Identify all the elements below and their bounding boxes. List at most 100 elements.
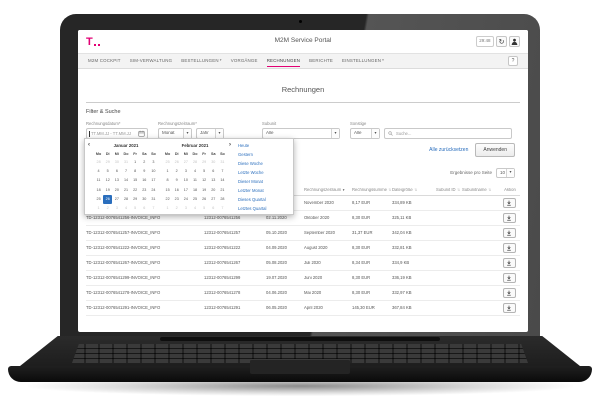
calendar-day[interactable]: 4 [190, 204, 199, 213]
calendar-day[interactable]: 1 [94, 204, 103, 213]
calendar-day[interactable]: 11 [190, 176, 199, 185]
calendar-day[interactable]: 31 [218, 158, 227, 167]
calendar-day[interactable]: 10 [149, 167, 158, 176]
download-button[interactable] [502, 228, 516, 238]
download-button[interactable] [502, 243, 516, 253]
header-subunit-id[interactable]: Subunit ID ⇅ [436, 188, 462, 192]
calendar-day[interactable]: 19 [200, 186, 209, 195]
table-row[interactable]: TD-12312-0076541222-INVOICE_INFO 12312-0… [86, 241, 520, 256]
datepicker-quick-link[interactable]: Letzter Monat [238, 188, 292, 194]
header-rechnungszeitraum[interactable]: Rechnungszeitraum ▾ [304, 188, 352, 192]
calendar-day[interactable]: 3 [112, 204, 121, 213]
calendar-day[interactable]: 7 [149, 204, 158, 213]
calendar-day[interactable]: 17 [181, 186, 190, 195]
sort-desc-icon[interactable]: ▾ [343, 188, 345, 192]
download-button[interactable] [502, 213, 516, 223]
calendar-day[interactable]: 28 [218, 195, 227, 204]
calendar-day[interactable]: 28 [190, 158, 199, 167]
calendar-day[interactable]: 23 [172, 195, 181, 204]
calendar-day[interactable]: 1 [131, 158, 140, 167]
download-button[interactable] [502, 258, 516, 268]
calendar-day[interactable]: 8 [131, 167, 140, 176]
calendar-day[interactable]: 3 [181, 167, 190, 176]
calendar-day[interactable]: 1 [163, 167, 172, 176]
sort-icon[interactable]: ⇅ [414, 188, 417, 193]
calendar-day[interactable]: 13 [112, 176, 121, 185]
calendar-day[interactable]: 4 [190, 167, 199, 176]
calendar-day[interactable]: 29 [200, 158, 209, 167]
datepicker-quick-link[interactable]: Letztes Quartal [238, 206, 292, 212]
calendar-day[interactable]: 7 [121, 167, 130, 176]
prev-month-button[interactable]: ‹ [88, 142, 90, 148]
calendar-day[interactable]: 29 [131, 195, 140, 204]
calendar-day[interactable]: 11 [94, 176, 103, 185]
calendar-day[interactable]: 12 [200, 176, 209, 185]
calendar-day[interactable]: 25 [94, 195, 103, 204]
sort-icon[interactable]: ⇅ [488, 188, 491, 193]
table-row[interactable]: TD-12312-0076541299-INVOICE_INFO 12312-0… [86, 271, 520, 286]
calendar-day[interactable]: 27 [209, 195, 218, 204]
calendar-day[interactable]: 2 [140, 158, 149, 167]
datepicker-quick-link[interactable]: Gestern [238, 152, 292, 158]
nav-berichte[interactable]: BERICHTE [309, 54, 333, 68]
calendar-icon[interactable] [138, 130, 145, 137]
calendar-day[interactable]: 5 [200, 167, 209, 176]
datepicker-quick-link[interactable]: Dieser Monat [238, 179, 292, 185]
calendar-day[interactable]: 15 [163, 186, 172, 195]
table-row[interactable]: TD-12312-0076541291-INVOICE_INFO 12312-0… [86, 301, 520, 316]
calendar-day[interactable]: 4 [94, 167, 103, 176]
reset-all-link[interactable]: Alle zurücksetzen [429, 147, 468, 153]
next-month-button[interactable]: › [229, 142, 231, 148]
download-button[interactable] [502, 288, 516, 298]
datepicker-quick-link[interactable]: Heute [238, 143, 292, 149]
download-button[interactable] [502, 273, 516, 283]
download-button[interactable] [502, 198, 516, 208]
calendar-day[interactable]: 24 [149, 186, 158, 195]
calendar-day[interactable]: 8 [163, 176, 172, 185]
calendar-day[interactable]: 26 [172, 158, 181, 167]
calendar-day[interactable]: 12 [103, 176, 112, 185]
datepicker-quick-link[interactable]: Dieses Quartal [238, 197, 292, 203]
nav-einstellungen[interactable]: EINSTELLUNGEN ▾ [342, 54, 384, 68]
nav-rechnungen[interactable]: RECHNUNGEN [266, 54, 301, 68]
calendar-day[interactable]: 16 [140, 176, 149, 185]
calendar-day[interactable]: 6 [209, 167, 218, 176]
refresh-button[interactable]: ↻ [496, 36, 507, 47]
calendar-day[interactable]: 20 [112, 186, 121, 195]
sort-icon[interactable]: ⇅ [457, 188, 460, 193]
user-button[interactable] [509, 36, 520, 47]
calendar-day[interactable]: 4 [121, 204, 130, 213]
calendar-day[interactable]: 5 [103, 167, 112, 176]
calendar-day[interactable]: 9 [172, 176, 181, 185]
calendar-day[interactable]: 30 [140, 195, 149, 204]
calendar-day[interactable]: 6 [112, 167, 121, 176]
calendar-day[interactable]: 30 [209, 158, 218, 167]
nav-m2m-cockpit[interactable]: M2M COCKPIT [88, 54, 121, 68]
calendar-day[interactable]: 2 [172, 204, 181, 213]
calendar-day[interactable]: 5 [200, 204, 209, 213]
download-button[interactable] [502, 303, 516, 313]
calendar-day[interactable]: 26 [103, 194, 113, 204]
calendar-day[interactable]: 19 [103, 186, 112, 195]
per-page-select[interactable]: 10 ▾ [496, 168, 515, 178]
help-button[interactable]: ? [508, 56, 518, 66]
calendar-day[interactable]: 27 [112, 195, 121, 204]
calendar-day[interactable]: 26 [200, 195, 209, 204]
table-row[interactable]: TD-12312-0076541257-INVOICE_INFO 12312-0… [86, 226, 520, 241]
sort-icon[interactable]: ⇅ [388, 188, 391, 193]
table-row[interactable]: TD-12312-0076541267-INVOICE_INFO 12312-0… [86, 256, 520, 271]
calendar-day[interactable]: 17 [149, 176, 158, 185]
calendar-day[interactable]: 24 [181, 195, 190, 204]
nav-bestellungen[interactable]: BESTELLUNGEN ▾ [181, 54, 222, 68]
calendar-day[interactable]: 18 [190, 186, 199, 195]
calendar-day[interactable]: 2 [103, 204, 112, 213]
calendar-day[interactable]: 1 [163, 204, 172, 213]
calendar-day[interactable]: 31 [121, 158, 130, 167]
calendar-day[interactable]: 25 [190, 195, 199, 204]
datepicker-quick-link[interactable]: Diese Woche [238, 161, 292, 167]
calendar-day[interactable]: 25 [163, 158, 172, 167]
calendar-day[interactable]: 16 [172, 186, 181, 195]
header-subunitname[interactable]: Subunitname ⇅ [462, 188, 500, 192]
apply-button[interactable]: Anwenden [475, 143, 515, 157]
calendar-day[interactable]: 30 [112, 158, 121, 167]
